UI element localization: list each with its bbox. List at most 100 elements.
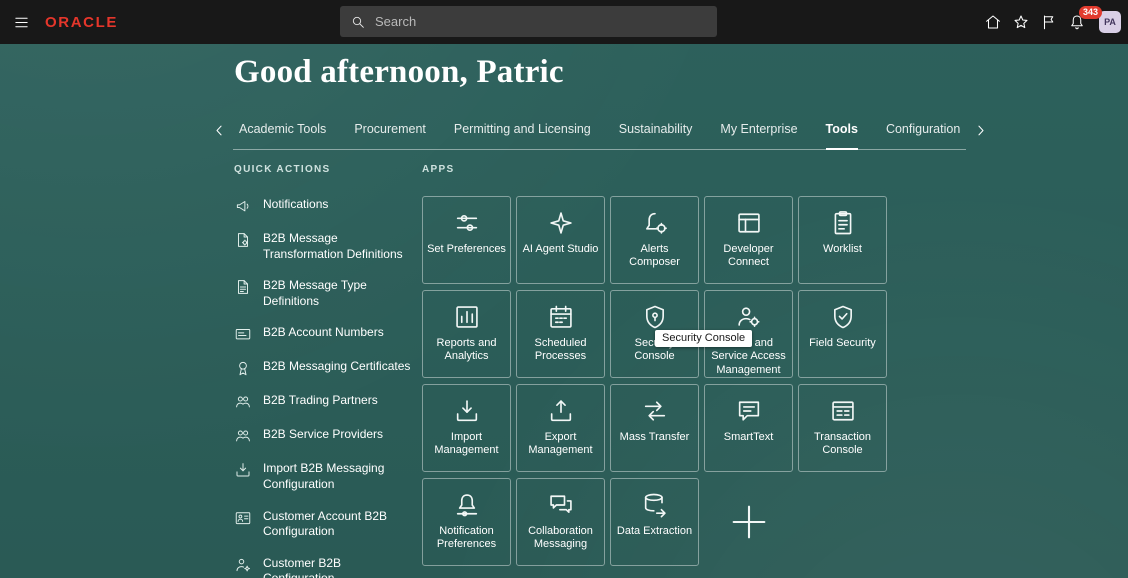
tab-configuration[interactable]: Configuration: [886, 117, 960, 149]
app-tile-worklist[interactable]: Worklist: [798, 196, 887, 284]
app-tile-collaboration-messaging[interactable]: Collaboration Messaging: [516, 478, 605, 566]
quick-action-b2b-message-transformation-definitions[interactable]: B2B Message Transformation Definitions: [234, 223, 412, 270]
tab-my-enterprise[interactable]: My Enterprise: [720, 117, 797, 149]
home-icon: [984, 13, 1002, 31]
tab-sustainability[interactable]: Sustainability: [619, 117, 693, 149]
main-menu-button[interactable]: [9, 10, 33, 34]
quick-action-label: Import B2B Messaging Configuration: [263, 461, 385, 491]
quick-action-customer-account-b2b-configuration[interactable]: Customer Account B2B Configuration: [234, 501, 412, 548]
chevron-right-icon: [973, 123, 988, 138]
app-tile-data-extraction[interactable]: Data Extraction: [610, 478, 699, 566]
document-lines-icon: [234, 278, 252, 296]
notifications-button[interactable]: 343: [1068, 6, 1103, 31]
app-tile-ai-agent-studio[interactable]: AI Agent Studio: [516, 196, 605, 284]
certificate-icon: [234, 359, 252, 377]
quick-action-customer-b2b-configuration[interactable]: Customer B2B Configuration: [234, 548, 412, 578]
quick-action-label: B2B Account Numbers: [263, 325, 384, 340]
shield-check-icon: [829, 303, 857, 331]
megaphone-icon: [234, 197, 252, 215]
global-search[interactable]: [340, 6, 717, 37]
app-tile-label: Set Preferences: [427, 243, 506, 255]
app-tile-label: Transaction Console: [813, 431, 872, 457]
oracle-logo: ORACLE: [45, 13, 118, 31]
bell-gear-icon: [641, 209, 669, 237]
database-export-icon: [641, 491, 669, 519]
quick-action-label: B2B Message Transformation Definitions: [263, 231, 403, 261]
quick-actions-list: Notifications B2B Message Transformation…: [234, 189, 412, 578]
tab-tools[interactable]: Tools: [825, 117, 859, 150]
search-input[interactable]: [375, 14, 707, 29]
tab-list: Academic Tools Procurement Permitting an…: [233, 117, 967, 150]
app-tile-set-preferences[interactable]: Set Preferences: [422, 196, 511, 284]
quick-action-label: Customer B2B Configuration: [263, 555, 342, 578]
app-tile-add[interactable]: [704, 478, 793, 566]
app-tile-label: Alerts Composer: [629, 243, 680, 269]
app-tile-mass-transfer[interactable]: Mass Transfer: [610, 384, 699, 472]
app-tile-label: Scheduled Processes: [534, 337, 587, 363]
app-tile-label: Import Management: [434, 431, 499, 457]
person-card-icon: [234, 509, 252, 527]
chart-icon: [453, 303, 481, 331]
plus-icon: [726, 499, 772, 545]
springboard-tabs: Academic Tools Procurement Permitting an…: [205, 117, 994, 150]
clipboard-icon: [829, 209, 857, 237]
window-icon: [735, 209, 763, 237]
app-tile-label: AI Agent Studio: [522, 243, 599, 255]
topbar-actions: 343 PA: [984, 0, 1121, 44]
quick-action-label: B2B Service Providers: [263, 427, 384, 442]
card-icon: [234, 325, 252, 343]
chat-icon: [547, 491, 575, 519]
quick-action-label: Notifications: [263, 197, 329, 211]
app-tile-import-management[interactable]: Import Management: [422, 384, 511, 472]
tabs-scroll-left-button[interactable]: [205, 117, 233, 138]
app-tile-label: SmartText: [723, 431, 774, 443]
chevron-left-icon: [212, 123, 227, 138]
person-star-icon: [234, 556, 252, 574]
quick-action-b2b-messaging-certificates[interactable]: B2B Messaging Certificates: [234, 351, 412, 385]
transfer-icon: [641, 397, 669, 425]
notification-count-badge: 343: [1079, 6, 1103, 19]
app-tile-label: Notification Preferences: [436, 525, 497, 551]
quick-action-label: B2B Message Type Definitions: [263, 278, 367, 308]
people-icon: [234, 427, 252, 445]
hamburger-icon: [13, 14, 30, 31]
app-tile-label: Export Management: [528, 431, 593, 457]
shield-lock-icon: [641, 303, 669, 331]
app-tile-transaction-console[interactable]: Transaction Console: [798, 384, 887, 472]
app-tile-label: Developer Connect: [723, 243, 774, 269]
app-tile-label: Data Extraction: [616, 525, 693, 537]
tab-academic-tools[interactable]: Academic Tools: [239, 117, 326, 149]
app-tile-label: Collaboration Messaging: [528, 525, 593, 551]
app-tile-field-security[interactable]: Field Security: [798, 290, 887, 378]
app-tile-scheduled-processes[interactable]: Scheduled Processes: [516, 290, 605, 378]
quick-action-b2b-account-numbers[interactable]: B2B Account Numbers: [234, 317, 412, 351]
favorites-button[interactable]: [1012, 13, 1030, 31]
quick-action-b2b-service-providers[interactable]: B2B Service Providers: [234, 419, 412, 453]
app-tile-label: Worklist: [823, 243, 862, 255]
app-tile-label: Mass Transfer: [619, 431, 690, 443]
quick-action-label: B2B Trading Partners: [263, 393, 378, 408]
app-tile-label: Reports and Analytics: [436, 337, 497, 363]
tab-procurement[interactable]: Procurement: [354, 117, 426, 149]
quick-action-label: B2B Messaging Certificates: [263, 359, 411, 374]
page-title: Good afternoon, Patric: [234, 54, 564, 90]
apps-title: APPS: [422, 164, 455, 175]
bell-slider-icon: [453, 491, 481, 519]
home-button[interactable]: [984, 13, 1002, 31]
tab-permitting-and-licensing[interactable]: Permitting and Licensing: [454, 117, 591, 149]
app-tile-export-management[interactable]: Export Management: [516, 384, 605, 472]
quick-action-notifications[interactable]: Notifications: [234, 189, 412, 223]
app-tile-reports-and-analytics[interactable]: Reports and Analytics: [422, 290, 511, 378]
import-icon: [234, 461, 252, 479]
quick-action-import-b2b-messaging-configuration[interactable]: Import B2B Messaging Configuration: [234, 453, 412, 500]
speech-text-icon: [735, 397, 763, 425]
app-tile-alerts-composer[interactable]: Alerts Composer: [610, 196, 699, 284]
tabs-scroll-right-button[interactable]: [966, 117, 994, 138]
app-tile-notification-preferences[interactable]: Notification Preferences: [422, 478, 511, 566]
app-tile-smarttext[interactable]: SmartText: [704, 384, 793, 472]
quick-action-b2b-message-type-definitions[interactable]: B2B Message Type Definitions: [234, 270, 412, 317]
announcements-button[interactable]: [1040, 13, 1058, 31]
avatar[interactable]: PA: [1099, 11, 1121, 33]
app-tile-developer-connect[interactable]: Developer Connect: [704, 196, 793, 284]
quick-action-b2b-trading-partners[interactable]: B2B Trading Partners: [234, 385, 412, 419]
